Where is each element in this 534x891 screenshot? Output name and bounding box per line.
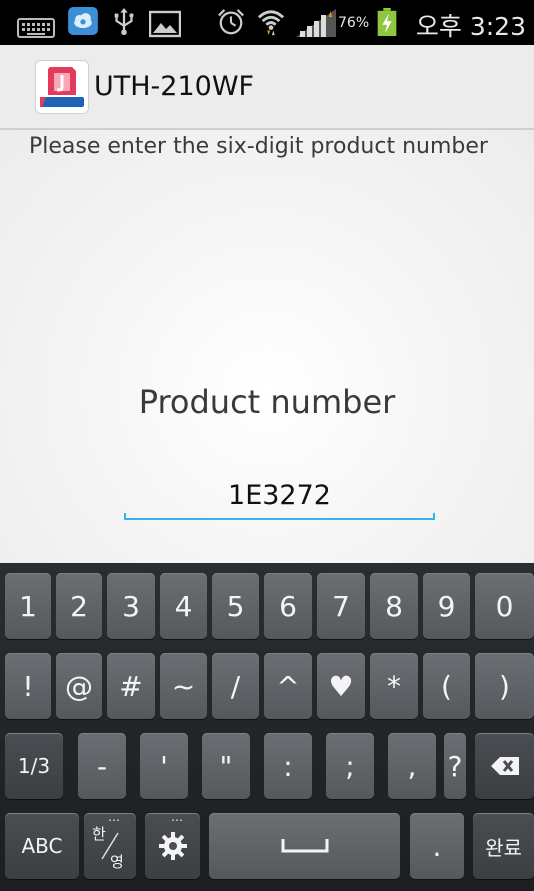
key-question[interactable]: ? <box>444 733 466 799</box>
action-bar: UTH-210WF <box>0 45 534 130</box>
key-open-paren[interactable]: ( <box>423 653 470 719</box>
key-5[interactable]: 5 <box>212 573 259 639</box>
product-number-label: Product number <box>138 383 396 421</box>
keyboard-row-symbols: ! @ # ~ / ^ ♥ * ( ) <box>0 653 534 719</box>
alarm-icon <box>218 9 244 35</box>
input-underline <box>124 513 435 520</box>
key-colon[interactable]: : <box>264 733 312 799</box>
key-quote[interactable]: " <box>202 733 250 799</box>
key-slash[interactable]: / <box>212 653 259 719</box>
space-icon <box>281 839 328 853</box>
cloud-icon <box>68 7 98 35</box>
wifi-icon <box>257 10 285 36</box>
key-apostrophe[interactable]: ' <box>140 733 188 799</box>
status-bar: 76% 오후 3:23 <box>0 0 534 45</box>
key-space[interactable] <box>209 813 400 879</box>
lang-en-label: 영 <box>110 853 124 871</box>
key-backspace[interactable] <box>475 733 534 799</box>
key-at[interactable]: @ <box>56 653 102 719</box>
usb-icon <box>114 8 134 36</box>
product-number-input[interactable] <box>124 470 435 520</box>
main-content: Please enter the six-digit product numbe… <box>0 130 534 563</box>
key-caret[interactable]: ^ <box>264 653 312 719</box>
signal-icon <box>296 9 336 37</box>
battery-percent: 76% <box>338 15 370 31</box>
keyboard-row-bottom: ABC 한 영 ⋯ ⋯ . 완료 <box>0 813 534 879</box>
key-7[interactable]: 7 <box>317 573 365 639</box>
key-0[interactable]: 0 <box>475 573 534 639</box>
key-2[interactable]: 2 <box>56 573 102 639</box>
key-9[interactable]: 9 <box>423 573 470 639</box>
key-exclamation[interactable]: ! <box>5 653 51 719</box>
key-hyphen[interactable]: - <box>78 733 126 799</box>
key-asterisk[interactable]: * <box>370 653 418 719</box>
status-time: 오후 3:23 <box>415 12 526 41</box>
key-comma[interactable]: , <box>388 733 436 799</box>
key-4[interactable]: 4 <box>160 573 207 639</box>
key-done[interactable]: 완료 <box>473 813 534 879</box>
app-logo[interactable] <box>35 60 89 114</box>
key-tilde[interactable]: ~ <box>160 653 207 719</box>
keyboard-icon <box>17 18 55 38</box>
instruction-text: Please enter the six-digit product numbe… <box>29 134 488 159</box>
page-title: UTH-210WF <box>94 71 255 102</box>
key-abc[interactable]: ABC <box>5 813 79 879</box>
gallery-icon <box>149 10 181 38</box>
key-heart[interactable]: ♥ <box>317 653 365 719</box>
key-page-toggle[interactable]: 1/3 <box>5 733 63 799</box>
key-settings[interactable]: ⋯ <box>145 813 200 879</box>
key-language-switch[interactable]: 한 영 ⋯ <box>84 813 136 879</box>
key-hash[interactable]: # <box>107 653 155 719</box>
gear-icon <box>158 832 187 860</box>
battery-charging-icon <box>377 8 397 36</box>
soft-keyboard: 1 2 3 4 5 6 7 8 9 0 ! @ # ~ / ^ ♥ * ( ) … <box>0 563 534 891</box>
keyboard-row-numbers: 1 2 3 4 5 6 7 8 9 0 <box>0 573 534 639</box>
key-3[interactable]: 3 <box>107 573 155 639</box>
key-8[interactable]: 8 <box>370 573 418 639</box>
key-close-paren[interactable]: ) <box>475 653 534 719</box>
key-1[interactable]: 1 <box>5 573 51 639</box>
more-dots-icon: ⋯ <box>171 813 183 827</box>
backspace-icon <box>490 757 519 775</box>
key-6[interactable]: 6 <box>264 573 312 639</box>
more-dots-icon: ⋯ <box>108 813 120 827</box>
keyboard-row-punctuation: 1/3 - ' " : ; , ? <box>0 733 534 799</box>
app-logo-icon <box>36 61 88 113</box>
key-period[interactable]: . <box>410 813 464 879</box>
key-semicolon[interactable]: ; <box>326 733 374 799</box>
